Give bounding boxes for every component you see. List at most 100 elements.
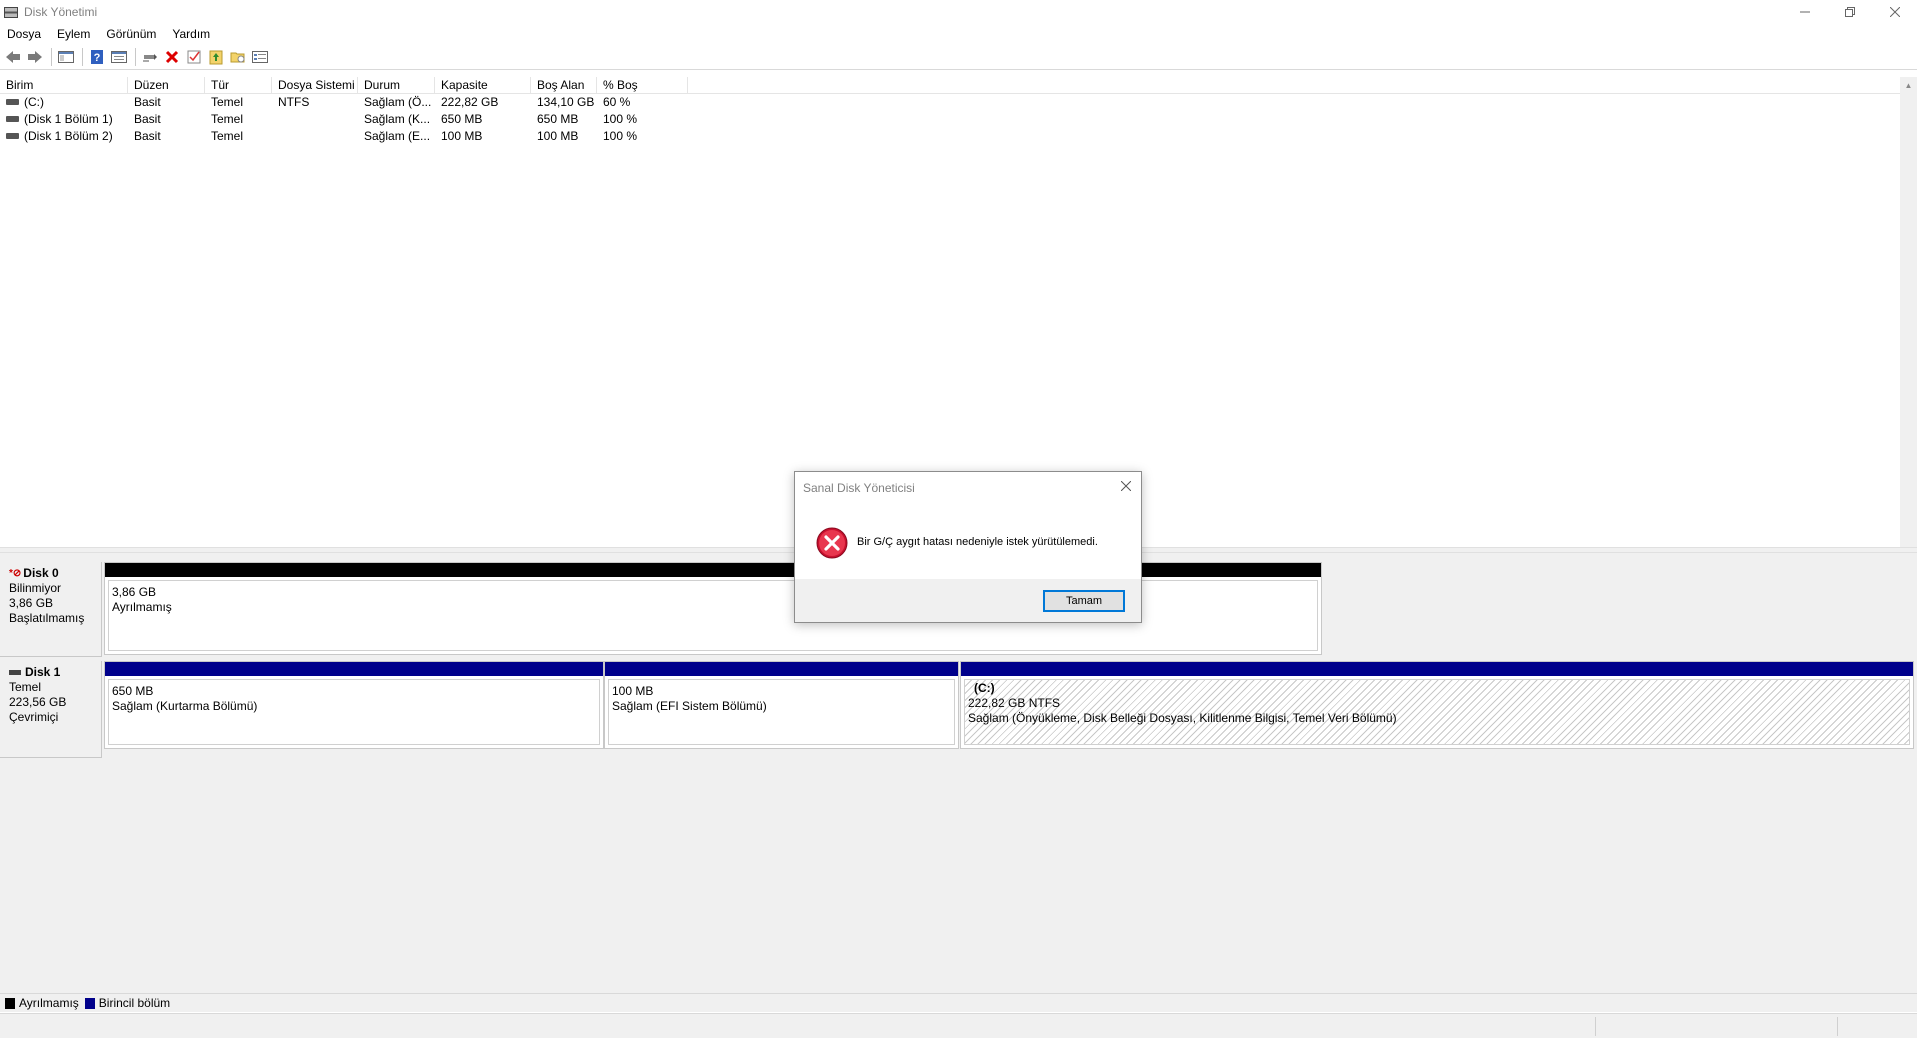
- legend-item-primary-partition: Birincil bölüm: [84, 996, 170, 1010]
- folder-icon: [230, 52, 245, 63]
- forward-arrow-icon: [28, 51, 42, 63]
- partition-label: Sağlam (Kurtarma Bölümü): [112, 699, 258, 713]
- check-button[interactable]: [184, 47, 204, 67]
- column-header-layout[interactable]: Düzen: [128, 77, 205, 94]
- type-cell: Temel: [211, 129, 244, 143]
- partition-bar: [961, 662, 1913, 676]
- properties-button[interactable]: [109, 47, 129, 67]
- partition-name: (C:): [974, 681, 995, 695]
- check-icon: [187, 50, 201, 64]
- disk-management-app-icon: [4, 6, 18, 18]
- help-icon: ?: [91, 50, 103, 64]
- menu-action[interactable]: Eylem: [49, 27, 98, 41]
- minimize-icon: [1799, 11, 1810, 13]
- column-header-file-system[interactable]: Dosya Sistemi: [272, 77, 358, 94]
- window-controls: [1782, 0, 1917, 24]
- volume-cell: (C:): [0, 94, 128, 111]
- title-bar: Disk Yönetimi: [0, 0, 1917, 24]
- c-drive-partition[interactable]: (C:) 222,82 GB NTFS Sağlam (Önyükleme, D…: [960, 661, 1914, 749]
- disk-0-label: Disk 0: [23, 566, 59, 580]
- forward-button[interactable]: [25, 47, 45, 67]
- folder-button[interactable]: [228, 47, 248, 67]
- svg-text:?: ?: [94, 52, 101, 64]
- disk-0-status: Başlatılmamış: [9, 611, 85, 625]
- volume-name: (C:): [24, 95, 44, 109]
- connect-button[interactable]: [140, 47, 160, 67]
- disk-1-info[interactable]: Disk 1 Temel 223,56 GB Çevrimiçi: [0, 661, 102, 758]
- legend-label: Ayrılmamış: [19, 996, 79, 1010]
- status-cell: Sağlam (Ö...: [364, 95, 432, 109]
- volume-list-scrollbar[interactable]: ▲: [1900, 77, 1917, 547]
- show-hide-console-tree-button[interactable]: [56, 47, 76, 67]
- disk-0-size: 3,86 GB: [9, 596, 54, 610]
- percent-free-cell: 100 %: [603, 112, 638, 126]
- error-icon: [816, 527, 848, 559]
- free-space-cell: 650 MB: [537, 112, 579, 126]
- volume-icon: [6, 115, 19, 122]
- disk-1-status: Çevrimiçi: [9, 710, 59, 724]
- list-view-icon: [252, 51, 268, 63]
- volume-cell: (Disk 1 Bölüm 1): [0, 111, 128, 128]
- recovery-partition[interactable]: 650 MB Sağlam (Kurtarma Bölümü): [104, 661, 604, 749]
- table-row[interactable]: (C:) Basit Temel NTFS Sağlam (Ö... 222,8…: [0, 94, 1917, 111]
- column-header-status[interactable]: Durum: [358, 77, 435, 94]
- status-divider: [1837, 1017, 1838, 1036]
- partition-bar: [105, 662, 603, 676]
- column-header-capacity[interactable]: Kapasite: [435, 77, 531, 94]
- disk-0-name: *⊘ Disk 0: [9, 566, 101, 581]
- minimize-button[interactable]: [1782, 0, 1827, 24]
- ok-button[interactable]: Tamam: [1043, 590, 1125, 612]
- error-dialog: Sanal Disk Yöneticisi Bir G/Ç aygıt hata…: [794, 471, 1142, 623]
- disk-1-size: 223,56 GB: [9, 695, 67, 709]
- back-button[interactable]: [3, 47, 23, 67]
- column-header-type[interactable]: Tür: [205, 77, 272, 94]
- window-title: Disk Yönetimi: [24, 5, 98, 19]
- legend-swatch: [5, 997, 15, 1009]
- percent-free-cell: 60 %: [603, 95, 631, 109]
- toolbar-separator: [51, 48, 52, 66]
- restore-button[interactable]: [1827, 0, 1872, 24]
- percent-free-cell: 100 %: [603, 129, 638, 143]
- status-cell: Sağlam (E...: [364, 129, 431, 143]
- file-system-cell: NTFS: [278, 95, 310, 109]
- disk-0-type: Bilinmiyor: [9, 581, 62, 595]
- legend-item-unallocated: Ayrılmamış: [5, 996, 79, 1010]
- partition-body: (C:) 222,82 GB NTFS Sağlam (Önyükleme, D…: [964, 679, 1910, 745]
- volume-icon: [6, 132, 19, 139]
- list-view-button[interactable]: [250, 47, 270, 67]
- menu-view[interactable]: Görünüm: [98, 27, 164, 41]
- table-row[interactable]: (Disk 1 Bölüm 1) Basit Temel Sağlam (K..…: [0, 111, 1917, 128]
- partition-size: 100 MB: [612, 684, 654, 698]
- efi-partition[interactable]: 100 MB Sağlam (EFI Sistem Bölümü): [604, 661, 959, 749]
- partition-bar: [605, 662, 958, 676]
- export-icon: [209, 50, 223, 65]
- help-button[interactable]: ?: [87, 47, 107, 67]
- legend-swatch: [84, 997, 95, 1009]
- status-divider: [1595, 1017, 1596, 1036]
- free-space-cell: 100 MB: [537, 129, 579, 143]
- status-bar: [0, 1013, 1917, 1038]
- toolbar: ?: [0, 45, 1917, 70]
- layout-cell: Basit: [134, 129, 161, 143]
- close-icon: [1889, 7, 1900, 17]
- table-row[interactable]: (Disk 1 Bölüm 2) Basit Temel Sağlam (E..…: [0, 128, 1917, 145]
- close-button[interactable]: [1872, 0, 1917, 24]
- menu-file[interactable]: Dosya: [0, 27, 49, 41]
- dialog-message: Bir G/Ç aygıt hatası nedeniyle istek yür…: [857, 536, 1098, 548]
- dialog-close-button[interactable]: [1117, 477, 1135, 495]
- restore-icon: [1844, 7, 1855, 17]
- export-button[interactable]: [206, 47, 226, 67]
- partition-size: 650 MB: [112, 684, 154, 698]
- disk-0-info[interactable]: *⊘ Disk 0 Bilinmiyor 3,86 GB Başlatılmamı…: [0, 562, 102, 657]
- menu-help[interactable]: Yardım: [164, 27, 218, 41]
- status-cell: Sağlam (K...: [364, 112, 431, 126]
- scroll-up-icon[interactable]: ▲: [1900, 77, 1917, 94]
- column-header-percent-free[interactable]: % Boş: [597, 77, 688, 94]
- layout-cell: Basit: [134, 95, 161, 109]
- column-header-volume[interactable]: Birim: [0, 77, 128, 94]
- toolbar-separator: [82, 48, 83, 66]
- dialog-footer: Tamam: [795, 579, 1141, 622]
- delete-button[interactable]: [162, 47, 182, 67]
- delete-icon: [165, 50, 179, 64]
- column-header-free-space[interactable]: Boş Alan: [531, 77, 597, 94]
